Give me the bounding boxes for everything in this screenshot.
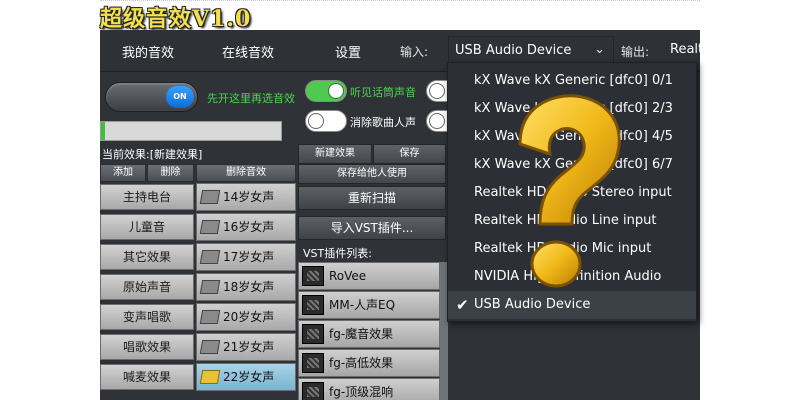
delete-effect-button[interactable]: 删除音效 (196, 164, 296, 182)
checkmark-icon: ✔ (456, 296, 469, 314)
voice-item-label: 18岁女声 (223, 280, 275, 294)
app-title: 超级音效V1.0 (100, 6, 252, 32)
voice-item-label: 14岁女声 (223, 190, 275, 204)
output-device-select[interactable]: Realte (670, 42, 700, 57)
vocal-remove-toggle[interactable] (305, 110, 347, 132)
vst-plugin-item[interactable]: fg-顶级混响 (298, 378, 440, 400)
plugin-icon (302, 353, 324, 373)
level-meter (100, 121, 282, 141)
import-vst-button[interactable]: 导入VST插件... (298, 216, 446, 240)
book-icon (199, 370, 221, 384)
voice-item[interactable]: 16岁女声 (196, 213, 296, 241)
vst-plugin-label: fg-魔音效果 (329, 327, 394, 341)
save-for-others-button[interactable]: 保存给他人使用 (298, 164, 446, 184)
output-label: 输出: (621, 45, 650, 59)
monitor-mic-toggle[interactable] (305, 80, 347, 102)
level-meter-fill (101, 122, 105, 140)
voice-item[interactable]: 17岁女声 (196, 243, 296, 271)
vst-plugin-item[interactable]: RoVee (298, 262, 440, 290)
preset-item[interactable]: 喊麦效果 (100, 364, 194, 390)
vst-plugin-item[interactable]: fg-魔音效果 (298, 320, 440, 348)
voice-item-selected[interactable]: 22岁女声 (196, 363, 296, 391)
voice-item-label: 22岁女声 (223, 370, 275, 384)
tab-settings[interactable]: 设置 (335, 42, 361, 61)
screenshot-canvas: 超级音效V1.0 我的音效 在线音效 设置 输入: USB Audio Devi… (0, 0, 800, 400)
plugin-icon (302, 266, 324, 286)
toggle-knob (328, 83, 344, 99)
preset-item[interactable]: 唱歌效果 (100, 334, 194, 360)
preset-item[interactable]: 儿童音 (100, 214, 194, 240)
save-button[interactable]: 保存 (373, 144, 446, 164)
book-icon (199, 250, 221, 264)
plugin-icon (302, 324, 324, 344)
chevron-down-icon: ⌄ (594, 42, 605, 57)
tab-my-effects[interactable]: 我的音效 (122, 42, 174, 61)
voice-item-label: 16岁女声 (223, 220, 275, 234)
input-label: 输入: (400, 45, 429, 59)
book-icon (199, 220, 221, 234)
toggle-knob (429, 83, 445, 99)
voice-item[interactable]: 21岁女声 (196, 333, 296, 361)
delete-button[interactable]: 删除 (147, 164, 194, 182)
vst-plugin-label: fg-顶级混响 (329, 385, 394, 399)
vocal-remove-label: 消除歌曲人声 (350, 116, 416, 129)
vst-plugin-item[interactable]: fg-高低效果 (298, 349, 440, 377)
plugin-icon (302, 295, 324, 315)
preset-item[interactable]: 主持电台 (100, 184, 194, 210)
book-icon (199, 310, 221, 324)
vst-plugin-label: MM-人声EQ (329, 298, 396, 312)
book-icon (199, 340, 221, 354)
current-effect-label: 当前效果:[新建效果] (102, 148, 203, 161)
vst-list-label: VST插件列表: (303, 247, 372, 260)
input-device-select[interactable]: USB Audio Device ⌄ (448, 36, 614, 64)
voice-item[interactable]: 18岁女声 (196, 273, 296, 301)
plugin-icon (302, 382, 324, 400)
extra-toggle-2[interactable] (426, 110, 448, 132)
preset-item[interactable]: 变声唱歌 (100, 304, 194, 330)
tab-online-effects[interactable]: 在线音效 (222, 42, 274, 61)
new-effect-button[interactable]: 新建效果 (298, 144, 372, 164)
preset-item[interactable]: 原始声音 (100, 274, 194, 300)
toggle-on-indicator: ON (166, 86, 194, 108)
voice-item-label: 20岁女声 (223, 310, 275, 324)
rescan-button[interactable]: 重新扫描 (298, 186, 446, 210)
voice-item-label: 17岁女声 (223, 250, 275, 264)
toggle-knob (429, 113, 445, 129)
add-button[interactable]: 添加 (100, 164, 146, 182)
book-icon (199, 280, 221, 294)
toggle-knob (308, 113, 324, 129)
book-icon (199, 190, 221, 204)
input-device-value: USB Audio Device (455, 43, 572, 58)
vst-plugin-label: fg-高低效果 (329, 356, 394, 370)
hint-text: 先开这里再选音效 (207, 92, 295, 105)
vst-plugin-label: RoVee (329, 269, 367, 283)
vst-plugin-item[interactable]: MM-人声EQ (298, 291, 440, 319)
extra-toggle-1[interactable] (426, 80, 448, 102)
master-power-toggle[interactable]: ON (105, 82, 198, 112)
voice-item-label: 21岁女声 (223, 340, 275, 354)
voice-item[interactable]: 20岁女声 (196, 303, 296, 331)
preset-item[interactable]: 其它效果 (100, 244, 194, 270)
voice-item[interactable]: 14岁女声 (196, 183, 296, 211)
question-mark-icon (518, 94, 621, 288)
monitor-mic-label: 听见话筒声音 (350, 86, 416, 99)
